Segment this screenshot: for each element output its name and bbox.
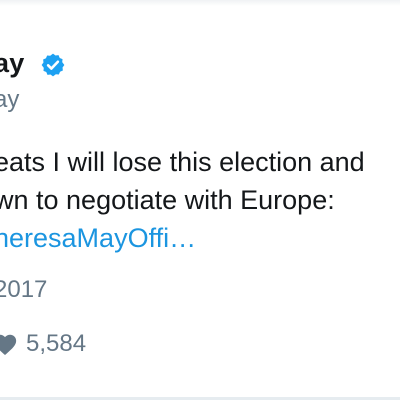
tweet-link[interactable]: heresaMayOffi… bbox=[0, 219, 365, 257]
likes-button[interactable]: 5,584 bbox=[0, 328, 86, 360]
card-top-edge bbox=[0, 0, 400, 6]
tweet-card: ay ay eats I will lose this election and… bbox=[0, 0, 400, 400]
tweet-text-line: wn to negotiate with Europe: bbox=[0, 185, 335, 215]
author-display-name[interactable]: ay bbox=[0, 48, 24, 79]
likes-count: 5,584 bbox=[26, 330, 87, 357]
tweet-text-line: eats I will lose this election and bbox=[0, 147, 365, 177]
verified-badge-icon bbox=[41, 53, 65, 77]
author-handle[interactable]: ay bbox=[0, 86, 19, 114]
heart-icon bbox=[0, 334, 17, 356]
tweet-timestamp[interactable]: 2017 bbox=[0, 276, 47, 304]
tweet-text: eats I will lose this election and wn to… bbox=[0, 143, 365, 257]
